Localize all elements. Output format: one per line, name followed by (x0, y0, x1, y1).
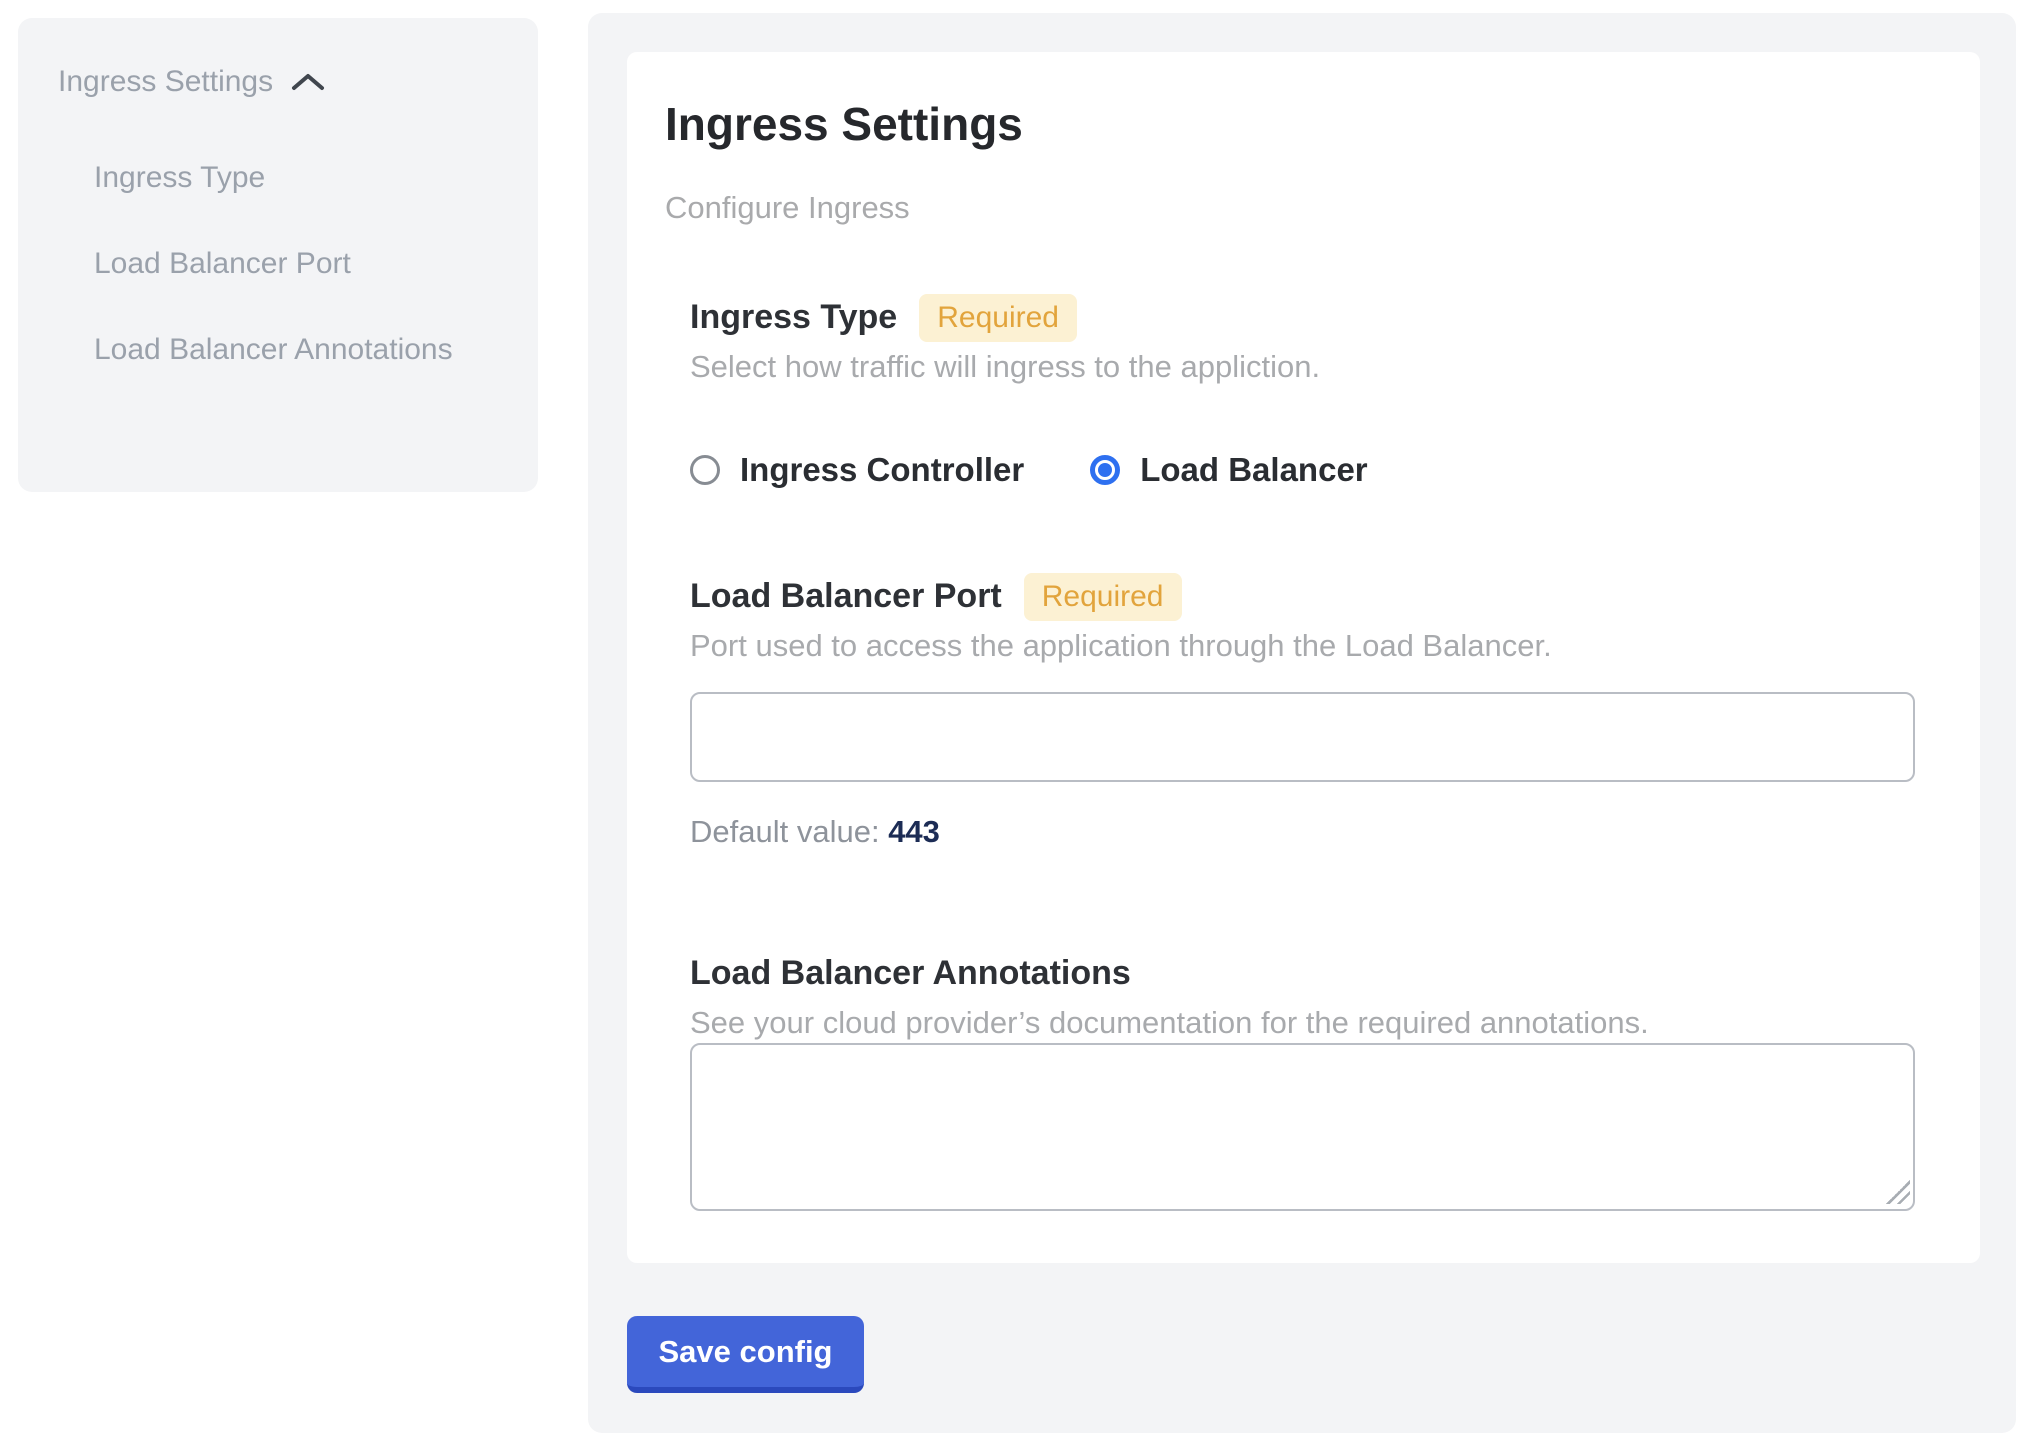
radio-option-load-balancer[interactable]: Load Balancer (1090, 451, 1367, 489)
field-label-load-balancer-annotations: Load Balancer Annotations (690, 954, 1131, 993)
load-balancer-port-input[interactable] (690, 692, 1915, 782)
ingress-type-radio-group: Ingress Controller Load Balancer (690, 451, 1942, 489)
annotations-textarea-wrapper (690, 1043, 1915, 1211)
radio-label: Ingress Controller (740, 451, 1024, 489)
sidebar-section-ingress-settings[interactable]: Ingress Settings (58, 64, 498, 100)
radio-label: Load Balancer (1140, 451, 1367, 489)
settings-sidebar: Ingress Settings Ingress Type Load Balan… (18, 18, 538, 492)
section-load-balancer-annotations: Load Balancer Annotations See your cloud… (690, 950, 1942, 1211)
default-value-label: Default value: (690, 814, 880, 849)
section-load-balancer-annotations-header: Load Balancer Annotations (690, 950, 1942, 998)
radio-button-icon[interactable] (690, 455, 720, 485)
default-value-line: Default value: 443 (690, 812, 1942, 852)
ingress-settings-card: Ingress Settings Configure Ingress Ingre… (627, 52, 1980, 1263)
load-balancer-annotations-textarea[interactable] (690, 1043, 1915, 1211)
section-ingress-type-header: Ingress Type Required (690, 294, 1942, 342)
chevron-up-icon (291, 72, 325, 92)
required-badge: Required (919, 294, 1077, 342)
section-load-balancer-port: Load Balancer Port Required Port used to… (690, 573, 1942, 852)
field-description: Port used to access the application thro… (690, 626, 1942, 666)
page-title: Ingress Settings (665, 98, 1942, 151)
sidebar-item-list: Ingress Type Load Balancer Port Load Bal… (58, 146, 498, 381)
sidebar-item-load-balancer-port[interactable]: Load Balancer Port (94, 232, 469, 295)
sidebar-item-load-balancer-annotations[interactable]: Load Balancer Annotations (94, 318, 469, 381)
save-config-button[interactable]: Save config (627, 1316, 864, 1393)
radio-button-icon[interactable] (1090, 455, 1120, 485)
default-value: 443 (888, 814, 940, 849)
sidebar-section-label: Ingress Settings (58, 64, 273, 100)
resize-grip-icon[interactable] (1886, 1180, 1910, 1204)
section-load-balancer-port-header: Load Balancer Port Required (690, 573, 1942, 621)
field-description: See your cloud provider’s documentation … (690, 1003, 1942, 1043)
field-label-ingress-type: Ingress Type (690, 298, 897, 337)
section-ingress-type: Ingress Type Required Select how traffic… (690, 294, 1942, 489)
radio-option-ingress-controller[interactable]: Ingress Controller (690, 451, 1024, 489)
form-sections: Ingress Type Required Select how traffic… (690, 294, 1942, 1211)
page-subtitle: Configure Ingress (665, 189, 1942, 228)
settings-panel: Ingress Settings Configure Ingress Ingre… (588, 13, 2016, 1433)
field-description: Select how traffic will ingress to the a… (690, 347, 1942, 387)
field-label-load-balancer-port: Load Balancer Port (690, 577, 1002, 616)
required-badge: Required (1024, 573, 1182, 621)
sidebar-item-ingress-type[interactable]: Ingress Type (94, 146, 469, 209)
